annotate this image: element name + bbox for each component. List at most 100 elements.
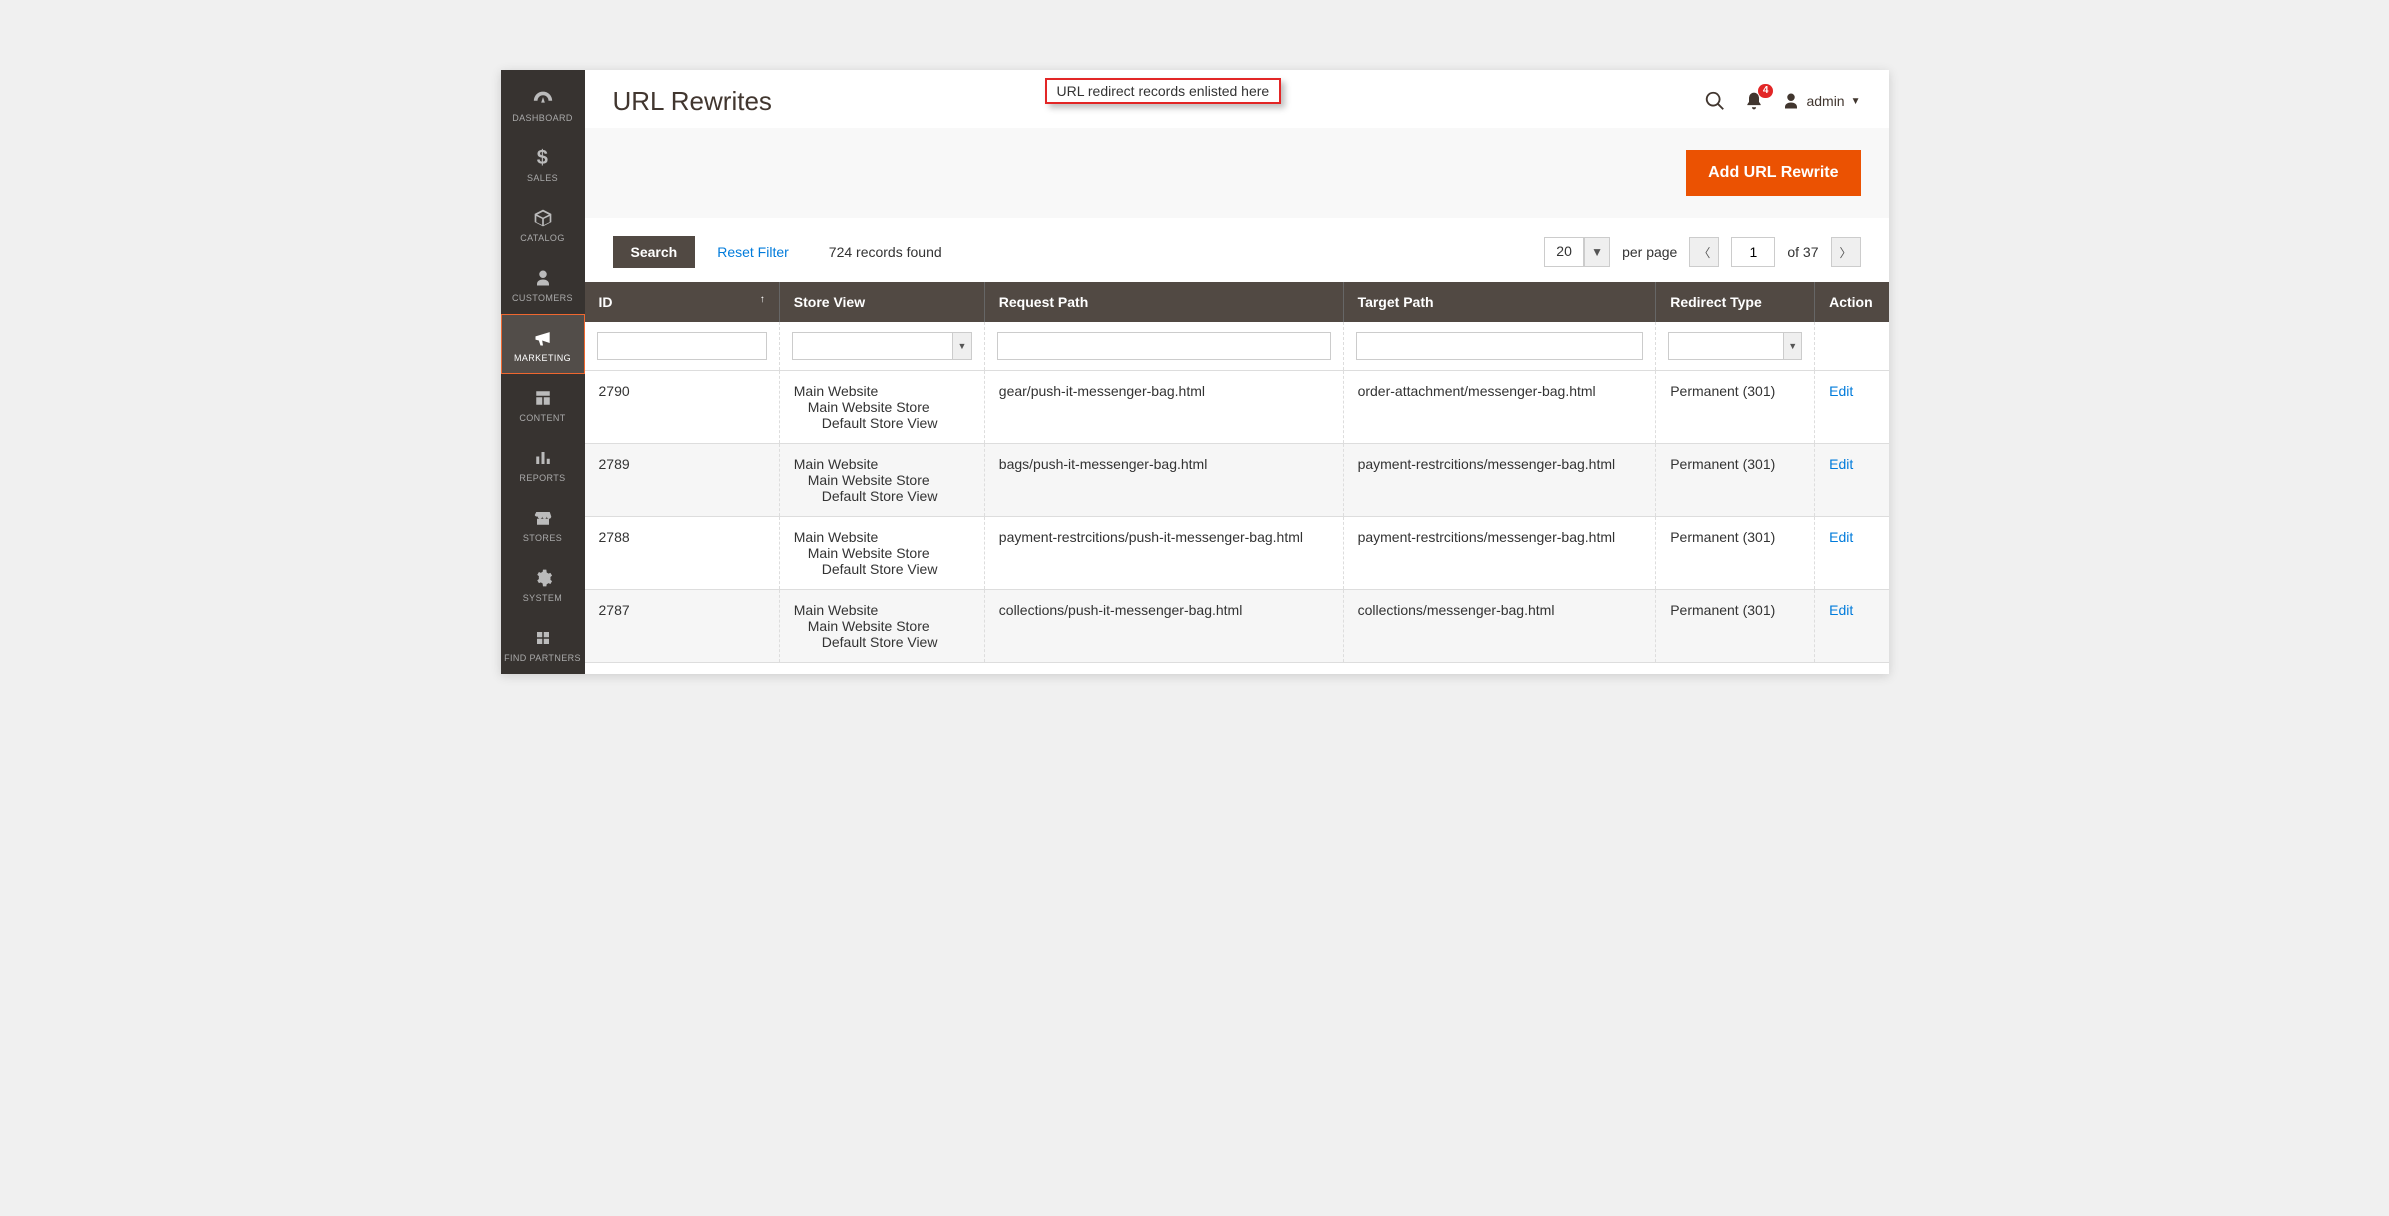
blocks-icon [504,627,582,649]
cell-target-path: collections/messenger-bag.html [1343,590,1656,663]
filter-target-path-input[interactable] [1356,332,1644,360]
action-bar: Add URL Rewrite [585,128,1889,218]
dollar-icon: $ [504,147,582,169]
notifications-button[interactable]: 4 [1744,90,1764,112]
main-content: URL Rewrites URL redirect records enlist… [585,70,1889,674]
table-row: 2789Main WebsiteMain Website StoreDefaul… [585,444,1889,517]
person-icon [504,267,582,289]
table-row: 2788Main WebsiteMain Website StoreDefaul… [585,517,1889,590]
url-rewrites-grid: ID ↑ Store View Request Path Target Path… [585,282,1889,663]
cell-store-view: Main WebsiteMain Website StoreDefault St… [779,590,984,663]
layout-icon [504,387,582,409]
sidebar-item-reports[interactable]: REPORTS [501,434,585,494]
filter-store-view-select[interactable]: ▼ [792,332,972,360]
cell-store-view: Main WebsiteMain Website StoreDefault St… [779,517,984,590]
page-header: URL Rewrites URL redirect records enlist… [585,70,1889,122]
chevron-down-icon: ▼ [1851,96,1861,107]
column-header-action: Action [1815,282,1889,322]
table-header-row: ID ↑ Store View Request Path Target Path… [585,282,1889,322]
cell-request-path: gear/push-it-messenger-bag.html [984,371,1343,444]
sidebar-item-system[interactable]: SYSTEM [501,554,585,614]
cell-request-path: payment-restrcitions/push-it-messenger-b… [984,517,1343,590]
chevron-down-icon: ▼ [1783,332,1802,360]
cell-store-view: Main WebsiteMain Website StoreDefault St… [779,371,984,444]
gauge-icon [504,87,582,109]
sidebar-item-label: CUSTOMERS [504,293,582,303]
chevron-down-icon[interactable]: ▼ [1584,237,1610,267]
search-button[interactable]: Search [613,236,696,268]
sidebar-item-label: REPORTS [504,473,582,483]
user-menu[interactable]: admin ▼ [1782,92,1860,110]
filter-row: ▼ ▼ [585,322,1889,371]
records-found-label: 724 records found [829,244,942,260]
cell-id: 2788 [585,517,780,590]
sidebar-item-label: SYSTEM [504,593,582,603]
bars-icon [504,447,582,469]
cell-id: 2789 [585,444,780,517]
page-title: URL Rewrites [613,86,772,117]
cell-redirect-type: Permanent (301) [1656,444,1815,517]
gear-icon [504,567,582,589]
column-header-redirect-type[interactable]: Redirect Type [1656,282,1815,322]
filter-id-input[interactable] [597,332,767,360]
sidebar-item-label: STORES [504,533,582,543]
per-page-select[interactable]: 20 ▼ [1544,237,1610,267]
sidebar-item-content[interactable]: CONTENT [501,374,585,434]
add-url-rewrite-button[interactable]: Add URL Rewrite [1686,150,1860,196]
cell-request-path: bags/push-it-messenger-bag.html [984,444,1343,517]
cell-target-path: order-attachment/messenger-bag.html [1343,371,1656,444]
column-header-target-path[interactable]: Target Path [1343,282,1656,322]
sidebar-item-customers[interactable]: CUSTOMERS [501,254,585,314]
sidebar-item-label: CONTENT [504,413,582,423]
sidebar-item-stores[interactable]: STORES [501,494,585,554]
storefront-icon [504,507,582,529]
table-row: 2790Main WebsiteMain Website StoreDefaul… [585,371,1889,444]
callout-annotation: URL redirect records enlisted here [1045,78,1282,104]
per-page-value: 20 [1544,237,1584,267]
table-row: 2787Main WebsiteMain Website StoreDefaul… [585,590,1889,663]
cell-target-path: payment-restrcitions/messenger-bag.html [1343,517,1656,590]
pager: 20 ▼ per page 〈 of 37 〉 [1544,237,1860,267]
cell-id: 2787 [585,590,780,663]
reset-filter-link[interactable]: Reset Filter [717,244,789,260]
prev-page-button[interactable]: 〈 [1689,237,1719,267]
edit-link[interactable]: Edit [1829,602,1853,618]
page-input[interactable] [1731,237,1775,267]
sidebar-item-label: MARKETING [504,353,582,363]
per-page-label: per page [1622,244,1677,260]
cell-redirect-type: Permanent (301) [1656,371,1815,444]
next-page-button[interactable]: 〉 [1831,237,1861,267]
sidebar-item-catalog[interactable]: CATALOG [501,194,585,254]
column-header-store-view[interactable]: Store View [779,282,984,322]
cell-store-view: Main WebsiteMain Website StoreDefault St… [779,444,984,517]
user-icon [1782,92,1800,110]
column-header-id[interactable]: ID ↑ [585,282,780,322]
sidebar-item-dashboard[interactable]: DASHBOARD [501,74,585,134]
cell-redirect-type: Permanent (301) [1656,590,1815,663]
sidebar-item-sales[interactable]: $ SALES [501,134,585,194]
cell-id: 2790 [585,371,780,444]
edit-link[interactable]: Edit [1829,456,1853,472]
chevron-down-icon: ▼ [952,332,972,360]
page-of-label: of 37 [1787,244,1818,260]
edit-link[interactable]: Edit [1829,383,1853,399]
megaphone-icon [504,327,582,349]
admin-sidebar: DASHBOARD $ SALES CATALOG CUSTOMERS MARK… [501,70,585,674]
edit-link[interactable]: Edit [1829,529,1853,545]
sidebar-item-label: FIND PARTNERS [504,653,582,663]
box-icon [504,207,582,229]
cell-target-path: payment-restrcitions/messenger-bag.html [1343,444,1656,517]
app-window: DASHBOARD $ SALES CATALOG CUSTOMERS MARK… [501,70,1889,674]
filter-request-path-input[interactable] [997,332,1331,360]
cell-redirect-type: Permanent (301) [1656,517,1815,590]
notification-badge: 4 [1758,84,1774,98]
column-header-request-path[interactable]: Request Path [984,282,1343,322]
grid-toolbar: Search Reset Filter 724 records found 20… [585,218,1889,282]
cell-request-path: collections/push-it-messenger-bag.html [984,590,1343,663]
sidebar-item-label: SALES [504,173,582,183]
sidebar-item-partners[interactable]: FIND PARTNERS [501,614,585,674]
filter-redirect-type-select[interactable]: ▼ [1668,332,1802,360]
search-icon[interactable] [1704,90,1726,112]
sidebar-item-label: CATALOG [504,233,582,243]
sidebar-item-marketing[interactable]: MARKETING [501,314,585,374]
